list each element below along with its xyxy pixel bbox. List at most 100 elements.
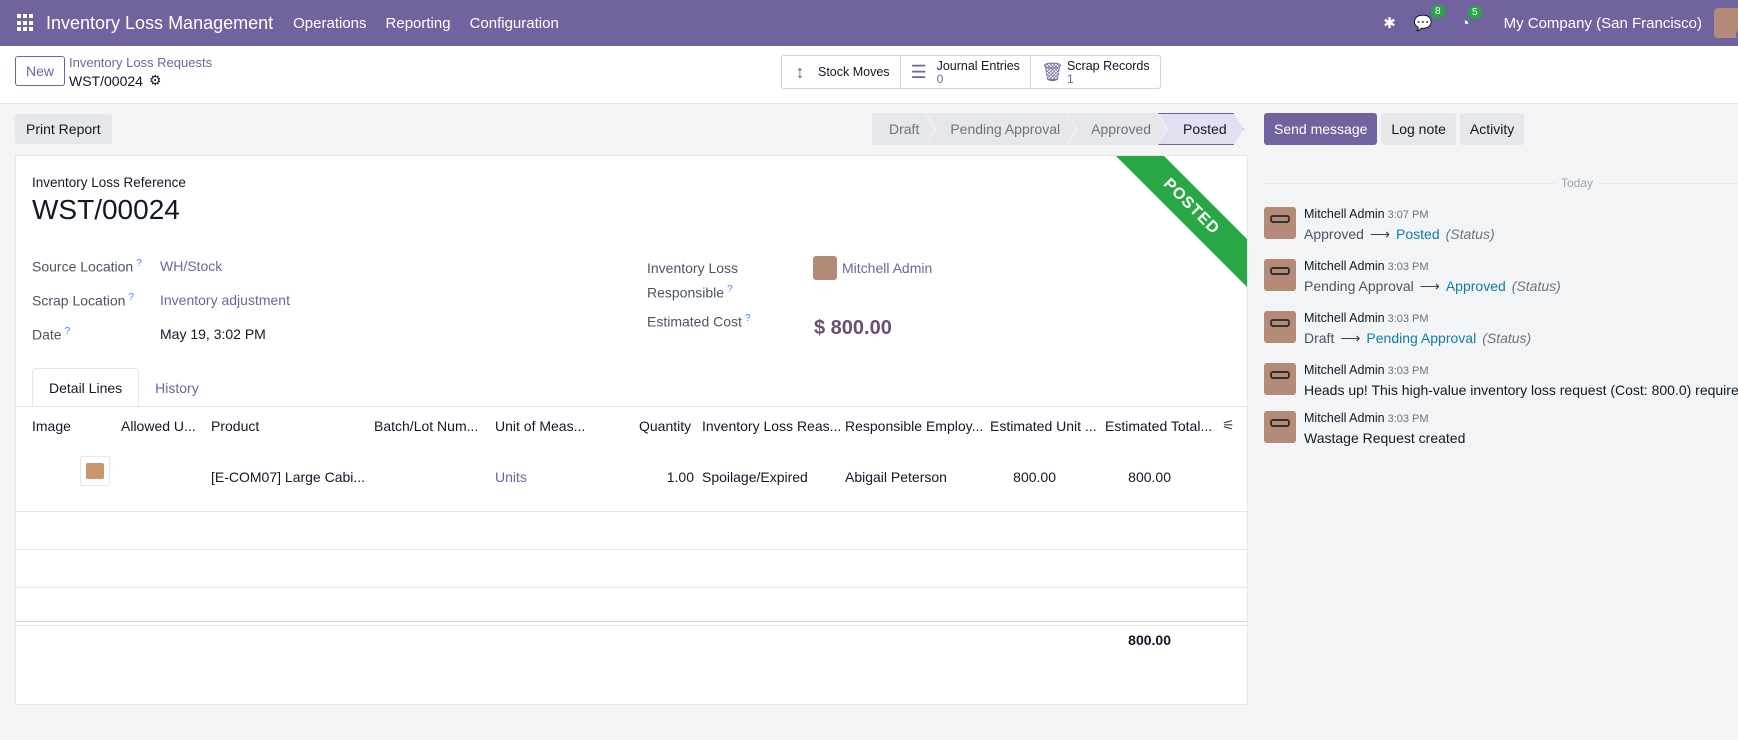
- record-name: WST/00024: [69, 72, 143, 89]
- log-note-button[interactable]: Log note: [1381, 113, 1456, 145]
- journal-entries-count: 0: [936, 72, 944, 86]
- col-image[interactable]: Image: [32, 418, 71, 434]
- app-title[interactable]: Inventory Loss Management: [46, 13, 273, 34]
- col-responsible-employee[interactable]: Responsible Employ...: [845, 418, 983, 434]
- menu-operations[interactable]: Operations: [293, 15, 366, 32]
- right-arrow-icon: ⟶: [1340, 330, 1361, 346]
- main-menu: Operations Reporting Configuration: [293, 15, 578, 32]
- col-loss-reason[interactable]: Inventory Loss Reas...: [702, 418, 841, 434]
- activity-button[interactable]: Activity: [1459, 113, 1525, 145]
- tab-detail-lines[interactable]: Detail Lines: [32, 368, 140, 407]
- menu-configuration[interactable]: Configuration: [470, 15, 559, 32]
- message-time: 3:03 PM: [1387, 313, 1429, 325]
- chatter-message: Mitchell Admin 3:03 PM Pending Approval ⟶ A…: [1264, 259, 1738, 299]
- author-avatar[interactable]: [1264, 259, 1296, 291]
- responsible-field[interactable]: Mitchell Admin: [842, 260, 932, 276]
- gear-icon[interactable]: ⚙: [149, 72, 162, 89]
- col-batch-lot[interactable]: Batch/Lot Num...: [374, 418, 478, 434]
- right-arrow-icon: ⟶: [1369, 226, 1391, 242]
- messages-icon[interactable]: 💬 8: [1414, 5, 1445, 32]
- message-body: Wastage Request created: [1304, 430, 1466, 446]
- chatter-message: Mitchell Admin 3:03 PM Wastage Request cr…: [1264, 411, 1738, 451]
- col-uom[interactable]: Unit of Meas...: [495, 418, 585, 434]
- scrap-records-count: 1: [1066, 72, 1074, 86]
- product-image: [80, 456, 110, 486]
- message-time: 3:07 PM: [1387, 209, 1429, 221]
- print-report-button[interactable]: Print Report: [15, 114, 112, 144]
- navbar-systray: ✱ 💬 8 ◔ 5 My Company (San Francisco): [1383, 0, 1738, 46]
- user-avatar[interactable]: [1714, 8, 1738, 40]
- scrap-location-label: Scrap Location?: [32, 292, 134, 309]
- message-header: Mitchell Admin 3:03 PM: [1304, 411, 1429, 425]
- activities-badge: 5: [1468, 5, 1482, 19]
- col-allowed-uom[interactable]: Allowed U...: [121, 418, 196, 434]
- date-field[interactable]: May 19, 3:02 PM: [160, 326, 266, 342]
- bug-icon[interactable]: ✱: [1383, 14, 1396, 32]
- stage-draft[interactable]: Draft: [872, 113, 935, 145]
- scrap-location-field[interactable]: Inventory adjustment: [160, 292, 290, 308]
- vertical-arrows-icon: ↕: [795, 61, 805, 82]
- message-body: Heads up! This high-value inventory loss…: [1304, 382, 1738, 398]
- cell-responsible-employee[interactable]: Abigail Peterson: [845, 469, 947, 485]
- cell-product[interactable]: [E-COM07] Large Cabi...: [211, 469, 365, 485]
- chatter-divider: [1264, 183, 1738, 184]
- col-quantity[interactable]: Quantity: [639, 418, 691, 434]
- product-thumbnail: [86, 463, 104, 479]
- breadcrumb-inventory-loss-requests[interactable]: Inventory Loss Requests: [69, 55, 212, 70]
- message-time: 3:03 PM: [1387, 365, 1429, 377]
- totals-divider: [16, 621, 1247, 622]
- author-name[interactable]: Mitchell Admin: [1304, 311, 1385, 325]
- send-message-button[interactable]: Send message: [1264, 113, 1378, 145]
- company-switcher[interactable]: My Company (San Francisco): [1504, 15, 1702, 32]
- table-row[interactable]: [E-COM07] Large Cabi... Units 1.00 Spoil…: [16, 445, 1247, 512]
- stage-pending-approval[interactable]: Pending Approval: [926, 113, 1076, 145]
- col-estimated-unit[interactable]: Estimated Unit ...: [990, 418, 1097, 434]
- chatter-message: Mitchell Admin 3:03 PM Heads up! This hig…: [1264, 363, 1738, 403]
- cell-loss-reason[interactable]: Spoilage/Expired: [702, 469, 808, 485]
- message-header: Mitchell Admin 3:07 PM: [1304, 207, 1429, 221]
- col-estimated-total[interactable]: Estimated Total...: [1105, 418, 1212, 434]
- author-avatar[interactable]: [1264, 411, 1296, 443]
- author-name[interactable]: Mitchell Admin: [1304, 207, 1385, 221]
- cell-estimated-total[interactable]: 800.00: [1091, 469, 1171, 485]
- stock-moves-button[interactable]: ↕ Stock Moves: [782, 56, 901, 88]
- author-name[interactable]: Mitchell Admin: [1304, 363, 1385, 377]
- apps-menu-icon[interactable]: [17, 14, 35, 32]
- empty-row: [16, 550, 1247, 588]
- responsible-label: Inventory Loss Responsible?: [647, 260, 739, 301]
- source-location-label: Source Location?: [32, 258, 142, 275]
- control-panel: New Inventory Loss Requests WST/00024 ⚙ …: [0, 46, 1738, 104]
- stock-moves-label: Stock Moves: [818, 65, 890, 79]
- stage-posted[interactable]: Posted: [1158, 113, 1244, 145]
- responsible-avatar: [813, 256, 837, 280]
- author-avatar[interactable]: [1264, 207, 1296, 239]
- menu-reporting[interactable]: Reporting: [386, 15, 451, 32]
- cell-estimated-unit[interactable]: 800.00: [976, 469, 1056, 485]
- optional-columns-icon[interactable]: ⚟: [1222, 417, 1235, 434]
- stage-approved[interactable]: Approved: [1067, 113, 1167, 145]
- col-product[interactable]: Product: [211, 418, 259, 434]
- activities-icon[interactable]: ◔ 5: [1461, 5, 1482, 32]
- journal-entries-button[interactable]: ☰ Journal Entries 0: [901, 56, 1031, 88]
- right-arrow-icon: ⟶: [1419, 278, 1440, 294]
- author-avatar[interactable]: [1264, 363, 1296, 395]
- new-button[interactable]: New: [15, 56, 66, 86]
- scrap-records-button[interactable]: 🗑 Scrap Records 1: [1031, 56, 1160, 88]
- tab-history[interactable]: History: [139, 368, 215, 407]
- smart-buttons: ↕ Stock Moves ☰ Journal Entries 0 🗑 Scra…: [781, 55, 1161, 89]
- author-name[interactable]: Mitchell Admin: [1304, 411, 1385, 425]
- table-header: Image Allowed U... Product Batch/Lot Num…: [16, 407, 1247, 445]
- today-separator: Today: [1555, 176, 1600, 190]
- trash-icon: 🗑: [1040, 61, 1064, 82]
- message-time: 3:03 PM: [1387, 261, 1429, 273]
- message-body: Pending Approval ⟶ Approved (Status): [1304, 278, 1561, 294]
- grand-total: 800.00: [1128, 632, 1171, 648]
- cell-uom[interactable]: Units: [495, 469, 527, 485]
- source-location-field[interactable]: WH/Stock: [160, 258, 222, 274]
- message-header: Mitchell Admin 3:03 PM: [1304, 259, 1429, 273]
- cell-quantity[interactable]: 1.00: [616, 469, 694, 485]
- author-name[interactable]: Mitchell Admin: [1304, 259, 1385, 273]
- date-label: Date?: [32, 326, 71, 343]
- reference-label: Inventory Loss Reference: [32, 175, 186, 190]
- author-avatar[interactable]: [1264, 311, 1296, 343]
